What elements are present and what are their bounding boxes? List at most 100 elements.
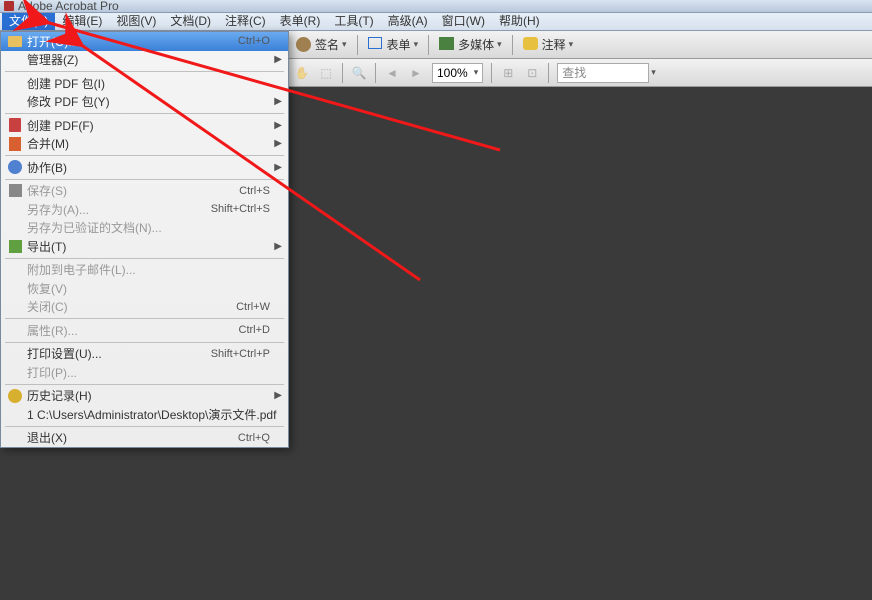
shortcut-label: Shift+Ctrl+P — [211, 348, 270, 360]
blank-icon — [7, 299, 23, 315]
menu-item[interactable]: 导出(T)▶ — [1, 237, 288, 256]
menu-h[interactable]: 帮助(H) — [492, 13, 547, 30]
blank-icon — [7, 220, 23, 236]
caret-icon: ▾ — [569, 39, 574, 50]
menu-item: 属性(R)...Ctrl+D — [1, 321, 288, 340]
menu-item: 关闭(C)Ctrl+W — [1, 298, 288, 317]
zoom-combo[interactable]: 100% ▾ — [432, 63, 483, 83]
menu-item[interactable]: 合并(M)▶ — [1, 135, 288, 154]
menu-separator — [5, 384, 284, 385]
menu-item[interactable]: 历史记录(H)▶ — [1, 387, 288, 406]
submenu-arrow-icon: ▶ — [274, 390, 282, 401]
blank-icon — [7, 346, 23, 362]
menu-t[interactable]: 工具(T) — [327, 13, 380, 30]
menu-item[interactable]: 打开(O)...Ctrl+O — [1, 32, 288, 51]
menu-item[interactable]: 1 C:\Users\Administrator\Desktop\演示文件.pd… — [1, 405, 288, 424]
comment-label: 注释 — [542, 36, 566, 53]
menu-item[interactable]: 创建 PDF 包(I) — [1, 74, 288, 93]
menu-item[interactable]: 退出(X)Ctrl+Q — [1, 429, 288, 448]
shortcut-label: Ctrl+Q — [238, 432, 270, 444]
shortcut-label: Ctrl+S — [239, 185, 270, 197]
shortcut-label: Ctrl+W — [236, 301, 270, 313]
menu-item-label: 保存(S) — [27, 182, 239, 199]
menu-item-label: 恢复(V) — [27, 280, 288, 297]
hand-tool-icon[interactable]: ✋ — [291, 62, 313, 84]
shortcut-label: Ctrl+O — [238, 35, 270, 47]
submenu-arrow-icon: ▶ — [274, 138, 282, 149]
separator — [342, 63, 343, 83]
menu-item-label: 属性(R)... — [27, 322, 239, 339]
blank-icon — [7, 364, 23, 380]
file-menu-dropdown: 打开(O)...Ctrl+O管理器(Z)▶创建 PDF 包(I)修改 PDF 包… — [0, 31, 289, 448]
menu-item[interactable]: 协作(B)▶ — [1, 158, 288, 177]
comment-button[interactable]: 注释▾ — [517, 34, 580, 55]
blank-icon — [7, 75, 23, 91]
menu-d[interactable]: 文档(D) — [163, 13, 218, 30]
separator — [512, 35, 513, 55]
menu-w[interactable]: 窗口(W) — [435, 13, 492, 30]
caret-icon: ▾ — [474, 67, 479, 78]
select-tool-icon[interactable]: ⬚ — [315, 62, 337, 84]
menu-item-label: 导出(T) — [27, 238, 288, 255]
submenu-arrow-icon: ▶ — [274, 54, 282, 65]
menu-r[interactable]: 表单(R) — [273, 13, 328, 30]
find-placeholder: 查找 — [558, 64, 586, 81]
collab-icon — [7, 159, 23, 175]
menu-separator — [5, 318, 284, 319]
menu-item[interactable]: 管理器(Z)▶ — [1, 51, 288, 70]
menu-item: 恢复(V) — [1, 279, 288, 298]
zoom-tool-icon[interactable]: 🔍 — [348, 62, 370, 84]
menu-e[interactable]: 编辑(E) — [55, 13, 109, 30]
find-input[interactable]: 查找 — [557, 63, 649, 83]
menu-separator — [5, 342, 284, 343]
submenu-arrow-icon: ▶ — [274, 120, 282, 131]
menu-separator — [5, 258, 284, 259]
shortcut-label: Ctrl+D — [239, 324, 270, 336]
menu-item[interactable]: 修改 PDF 包(Y)▶ — [1, 93, 288, 112]
menu-item-label: 创建 PDF(F) — [27, 117, 288, 134]
menu-item-label: 打开(O)... — [27, 33, 238, 50]
blank-icon — [7, 430, 23, 446]
menu-item: 打印(P)... — [1, 363, 288, 382]
menu-item-label: 打印设置(U)... — [27, 345, 211, 362]
menu-item[interactable]: 打印设置(U)...Shift+Ctrl+P — [1, 345, 288, 364]
menu-separator — [5, 179, 284, 180]
caret-icon: ▾ — [497, 39, 502, 50]
history-icon — [7, 388, 23, 404]
caret-icon: ▾ — [651, 67, 656, 78]
titlebar: Adobe Acrobat Pro — [0, 0, 872, 13]
fit-page-icon[interactable]: ⊡ — [521, 62, 543, 84]
next-page-icon[interactable]: ► — [405, 62, 427, 84]
caret-icon: ▾ — [342, 39, 347, 50]
export-icon — [7, 238, 23, 254]
menu-item-label: 创建 PDF 包(I) — [27, 75, 288, 92]
menu-item: 另存为已验证的文档(N)... — [1, 219, 288, 238]
separator — [428, 35, 429, 55]
menu-item-label: 另存为(A)... — [27, 201, 211, 218]
fit-width-icon[interactable]: ⊞ — [497, 62, 519, 84]
menu-item-label: 退出(X) — [27, 429, 238, 446]
blank-icon — [7, 52, 23, 68]
form-button[interactable]: 表单▾ — [362, 34, 425, 55]
menu-item-label: 修改 PDF 包(Y) — [27, 93, 288, 110]
separator — [491, 63, 492, 83]
app-title: Adobe Acrobat Pro — [18, 0, 119, 13]
save-icon — [7, 183, 23, 199]
zoom-value: 100% — [437, 66, 468, 80]
blank-icon — [7, 406, 23, 422]
media-button[interactable]: 多媒体▾ — [433, 34, 508, 55]
menu-a[interactable]: 高级(A) — [381, 13, 435, 30]
prev-page-icon[interactable]: ◄ — [381, 62, 403, 84]
menu-v[interactable]: 视图(V) — [109, 13, 163, 30]
menu-item-label: 打印(P)... — [27, 364, 288, 381]
app-icon — [4, 1, 14, 11]
menu-f[interactable]: 文件(F) — [2, 13, 55, 30]
sign-button[interactable]: 签名▾ — [290, 34, 353, 55]
menu-item[interactable]: 创建 PDF(F)▶ — [1, 116, 288, 135]
menu-item-label: 1 C:\Users\Administrator\Desktop\演示文件.pd… — [27, 406, 288, 423]
menu-c[interactable]: 注释(C) — [218, 13, 273, 30]
menu-item-label: 历史记录(H) — [27, 387, 288, 404]
submenu-arrow-icon: ▶ — [274, 241, 282, 252]
blank-icon — [7, 94, 23, 110]
menubar: 文件(F)编辑(E)视图(V)文档(D)注释(C)表单(R)工具(T)高级(A)… — [0, 13, 872, 31]
